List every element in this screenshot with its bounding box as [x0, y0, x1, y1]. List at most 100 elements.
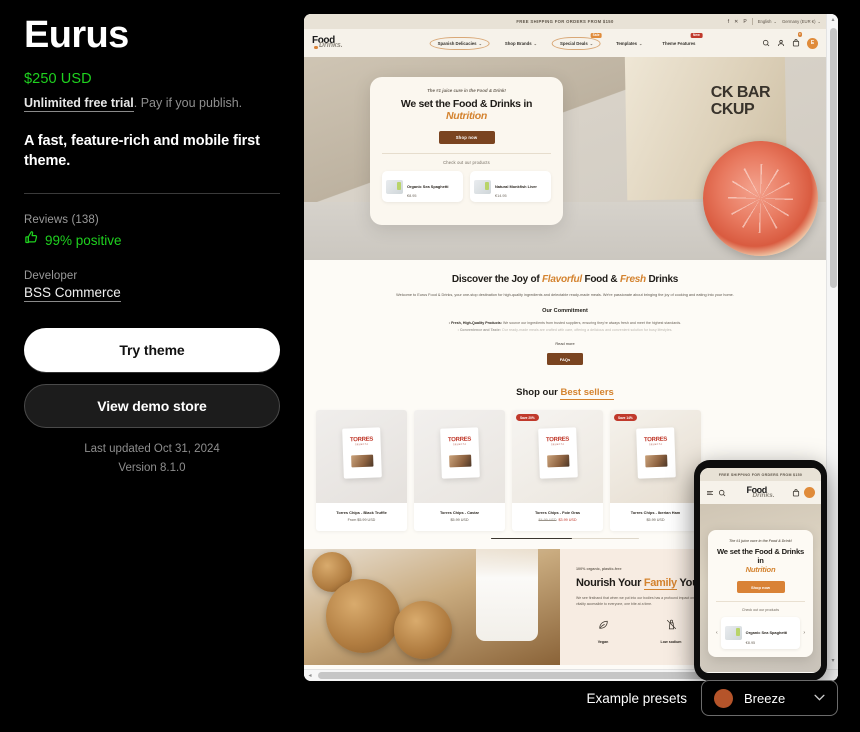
example-presets-bar: Example presets Breeze [586, 680, 838, 716]
carousel-next-icon[interactable]: › [803, 630, 805, 636]
preset-dropdown[interactable]: Breeze [701, 680, 838, 716]
cart-icon[interactable] [792, 484, 800, 502]
product-thumbnail [724, 626, 742, 641]
product-name: Organic Sea Spaghetti [745, 630, 788, 636]
site-logo[interactable]: Food Drinks. [312, 36, 343, 50]
discover-paragraph: Welcome to Eurus Food & Drinks, your one… [396, 293, 734, 297]
scroll-up-arrow-icon[interactable]: ▴ [827, 14, 838, 26]
logo-line-2: Drinks. [752, 491, 775, 499]
announcement-text: FREE SHIPPING FOR ORDERS FROM $150 [516, 19, 614, 24]
carousel-scrollbar[interactable] [491, 537, 639, 540]
mobile-headline: We set the Food & Drinks in Nutrition [716, 547, 805, 574]
hero-shop-now-button[interactable]: Shop now [438, 130, 495, 144]
currency-selector[interactable]: Germany (EUR €) ⌄ [782, 19, 821, 24]
product-thumbnail [474, 179, 491, 194]
divider [24, 193, 280, 195]
discover-section: Discover the Joy of Flavorful Food & Fre… [304, 260, 826, 376]
commitment-list: • Fresh, High-Quality Products: We sourc… [330, 320, 800, 334]
list-item[interactable]: Organic Sea Spaghetti €8.95 [382, 170, 463, 203]
mobile-preview[interactable]: FREE SHIPPING FOR ORDERS FROM $150 Food … [694, 460, 827, 681]
chevron-down-icon: ⌄ [533, 40, 538, 46]
try-theme-button[interactable]: Try theme [24, 328, 280, 373]
trial-line: Unlimited free trial. Pay if you publish… [24, 94, 280, 112]
product-card[interactable]: Save 20% TORRES SELECTA Torres Chips - F… [512, 410, 603, 531]
commitment-title: Our Commitment [542, 307, 588, 314]
nav-item-theme-features[interactable]: New Theme Features [657, 32, 703, 49]
commitment-bold: Fresh, High-Quality Products: [451, 320, 502, 325]
product-price: €8.95 [745, 640, 756, 645]
chevron-down-icon: ⌄ [817, 19, 821, 24]
chevron-down-icon [814, 693, 825, 704]
product-card[interactable]: TORRES SELECTA Torres Chips - Black Truf… [316, 410, 407, 531]
search-icon[interactable] [762, 34, 770, 52]
chevron-down-icon: ⌄ [773, 19, 777, 24]
product-image: Save 20% TORRES SELECTA [512, 410, 603, 504]
best-head-1: Shop our [516, 387, 561, 399]
nav-item-special-deals[interactable]: Sale Special Deals ⌄ [552, 32, 603, 50]
main-navigation: Spanish Delicacies ⌄ Shop Brands ⌄ Sale … [429, 32, 703, 50]
facebook-icon[interactable]: f [728, 19, 729, 25]
faqs-button[interactable]: FAQs [547, 353, 583, 366]
site-header: Food Drinks. Spanish Delicacies ⌄ Shop B… [304, 29, 826, 57]
nav-item-templates[interactable]: Templates ⌄ [611, 38, 647, 49]
list-item: • Convenience and Taste: Our ready-made … [457, 327, 673, 332]
reviews-label: Reviews (138) [24, 214, 99, 227]
hero-product-list: Organic Sea Spaghetti €8.95 Natural Monk… [382, 170, 551, 203]
horizontal-scroll-thumb[interactable] [318, 671, 738, 679]
mobile-header: Food Drinks. [700, 481, 821, 504]
list-item[interactable]: Natural Monkfish Liver €14.95 [470, 170, 551, 203]
product-thumbnail [386, 179, 403, 194]
list-item[interactable]: Organic Sea Spaghetti €8.95 [720, 617, 801, 649]
theme-tagline: A fast, feature-rich and mobile first th… [24, 133, 260, 169]
mobile-hero-card: The #1 juice cure in the Food & Drink! W… [708, 530, 813, 657]
product-name: Organic Sea Spaghetti [407, 183, 449, 189]
currency-value: Germany (EUR €) [781, 19, 816, 24]
discover-head-1: Discover the Joy of [451, 274, 542, 285]
hamburger-menu-icon[interactable] [706, 484, 714, 502]
language-value: English [757, 19, 772, 24]
view-demo-store-button[interactable]: View demo store [24, 384, 280, 429]
product-image: TORRES SELECTA [414, 410, 505, 504]
header-actions: 0 E [762, 32, 818, 52]
chevron-down-icon: ⌄ [478, 40, 482, 46]
nav-label: Templates [616, 40, 638, 46]
mobile-headline-line1: We set the Food & Drinks in [716, 547, 805, 566]
vertical-scrollbar[interactable]: ▴ ▾ [826, 14, 838, 681]
avatar[interactable]: E [807, 37, 818, 49]
logo-line-2: Drinks. [319, 42, 343, 50]
x-twitter-icon[interactable]: ✕ [734, 19, 738, 25]
feature-label: Low sodium [660, 640, 682, 645]
vertical-scroll-thumb[interactable] [829, 28, 837, 288]
scroll-down-arrow-icon[interactable]: ▾ [827, 655, 838, 667]
carousel-prev-icon[interactable]: ‹ [716, 630, 718, 636]
account-icon[interactable] [777, 34, 785, 52]
mobile-shop-now-button[interactable]: Shop now [736, 581, 785, 594]
version-number: Version 8.1.0 [118, 461, 186, 474]
search-icon[interactable] [718, 484, 726, 502]
bag-photo [448, 454, 471, 468]
free-trial-link[interactable]: Unlimited free trial [24, 95, 134, 112]
product-name: Natural Monkfish Liver [495, 183, 537, 189]
logo-dot-icon [314, 45, 318, 50]
separator [751, 18, 753, 25]
mobile-logo[interactable]: Food Drinks. [746, 486, 774, 499]
nav-item-spanish-delicacies[interactable]: Spanish Delicacies ⌄ [429, 36, 490, 50]
product-card[interactable]: TORRES SELECTA Torres Chips - Caviar $5.… [414, 410, 505, 531]
product-name: Torres Chips - Black Truffle [336, 510, 387, 516]
cart-icon[interactable]: 0 [792, 32, 802, 52]
sale-badge: Save 14% [614, 414, 637, 422]
hero-backdrop-text: CK BAR CKUP [710, 84, 771, 118]
product-image: Save 14% TORRES SELECTA [610, 410, 701, 504]
language-selector[interactable]: English ⌄ [758, 19, 777, 24]
scroll-left-arrow-icon[interactable]: ◂ [304, 670, 316, 681]
pinterest-icon[interactable]: P [743, 19, 746, 25]
read-more-link[interactable]: Read more [330, 341, 800, 346]
developer-link[interactable]: BSS Commerce [24, 285, 121, 303]
product-card[interactable]: Save 14% TORRES SELECTA Torres Chips - I… [610, 410, 701, 531]
product-bag-image: TORRES SELECTA [341, 427, 382, 479]
avatar[interactable] [804, 487, 815, 498]
product-bag-image: TORRES SELECTA [537, 427, 578, 479]
hero-card: The #1 juice cure in the Food & Drink! W… [370, 77, 563, 225]
milk-glass [476, 549, 538, 642]
nav-item-shop-brands[interactable]: Shop Brands ⌄ [500, 38, 542, 49]
